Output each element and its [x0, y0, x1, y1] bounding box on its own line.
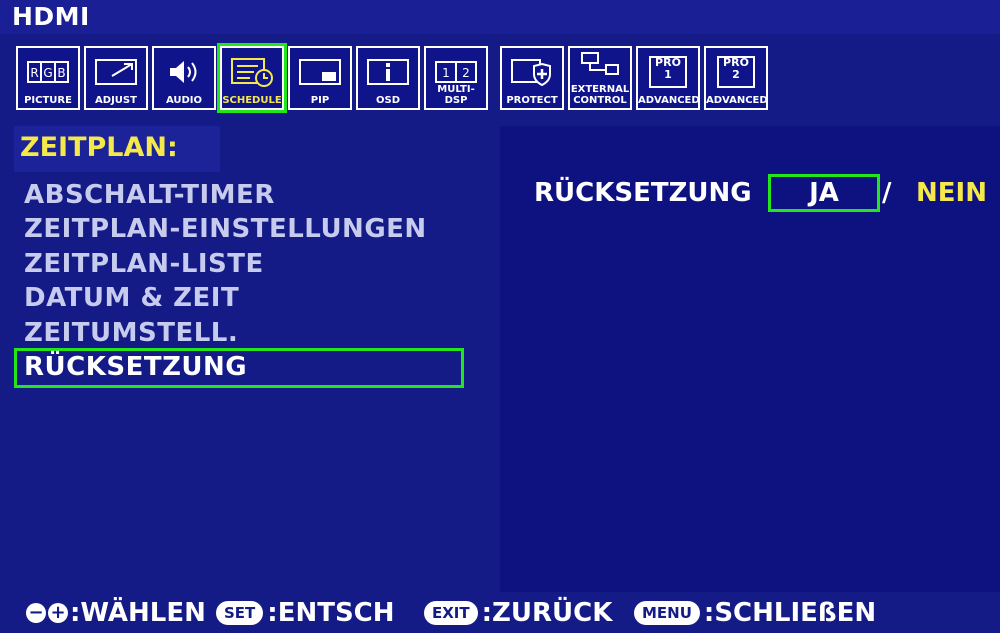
tab-label: ADJUST [95, 95, 137, 106]
window-title: HDMI [12, 2, 90, 31]
option-no-button[interactable]: NEIN [916, 178, 987, 208]
info-icon [364, 54, 412, 90]
speaker-icon [160, 54, 208, 90]
menu-item-ruecksetzung[interactable]: RÜCKSETZUNG [24, 352, 247, 382]
menu-item-zeitplan-liste[interactable]: ZEITPLAN-LISTE [24, 249, 264, 279]
tab-label: PIP [310, 95, 330, 106]
reset-label: RÜCKSETZUNG [534, 178, 752, 208]
menu-item-zeitumstell[interactable]: ZEITUMSTELL. [24, 318, 238, 348]
tab-schedule[interactable]: SCHEDULE [217, 43, 287, 113]
exit-key-icon: EXIT [424, 601, 478, 625]
menu-list: ABSCHALT-TIMER ZEITPLAN-EINSTELLUNGEN ZE… [14, 172, 492, 592]
schedule-icon [228, 54, 276, 90]
hint-select-text: :WÄHLEN [70, 598, 206, 628]
hint-select: − + :WÄHLEN [26, 598, 206, 628]
tab-picture[interactable]: R G B PICTURE [16, 46, 80, 110]
pro-2-text: PRO 2 [723, 56, 749, 81]
tab-advanced-pro-2[interactable]: PRO 2 ADVANCED [704, 46, 768, 110]
title-bar: HDMI [0, 0, 1000, 34]
svg-text:2: 2 [462, 66, 470, 80]
option-yes-button[interactable]: JA [768, 174, 880, 212]
hint-set-text: :ENTSCH [267, 598, 395, 628]
tab-adjust[interactable]: ADJUST [84, 46, 148, 110]
hint-exit-text: :ZURÜCK [481, 598, 613, 628]
minus-icon: − [26, 603, 46, 623]
tab-external-control[interactable]: EXTERNAL CONTROL [568, 46, 632, 110]
tab-label: ADVANCED [706, 95, 768, 106]
tab-label: MULTI-DSP [437, 84, 475, 106]
svg-text:G: G [43, 66, 52, 80]
hint-menu-text: :SCHLIEßEN [703, 598, 877, 628]
tab-label: EXTERNAL CONTROL [570, 84, 630, 106]
adjust-icon [92, 54, 140, 90]
tab-label: PICTURE [24, 95, 72, 106]
pro-1-icon: PRO 1 [644, 54, 692, 90]
svg-text:B: B [57, 66, 65, 80]
menu-item-abschalt-timer[interactable]: ABSCHALT-TIMER [24, 180, 275, 210]
pro-2-icon: PRO 2 [712, 54, 760, 90]
section-title: ZEITPLAN: [20, 132, 178, 163]
menu-key-icon: MENU [634, 601, 700, 625]
svg-text:1: 1 [442, 66, 450, 80]
tab-audio[interactable]: AUDIO [152, 46, 216, 110]
hint-exit: EXIT :ZURÜCK [424, 598, 612, 628]
tab-label: SCHEDULE [222, 95, 282, 106]
tab-pip[interactable]: PIP [288, 46, 352, 110]
section-header: ZEITPLAN: [14, 126, 220, 172]
tab-label: ADVANCED [638, 95, 700, 106]
set-key-icon: SET [216, 601, 264, 625]
footer-hints: − + :WÄHLEN SET :ENTSCH EXIT :ZURÜCK MEN… [0, 592, 1000, 633]
tab-label: OSD [375, 95, 400, 106]
external-control-icon [576, 50, 624, 78]
plus-icon: + [48, 603, 68, 623]
tab-label: AUDIO [165, 95, 203, 106]
tab-multi-dsp[interactable]: 1 2 MULTI-DSP [424, 46, 488, 110]
tab-protect[interactable]: PROTECT [500, 46, 564, 110]
pro-1-text: PRO 1 [655, 56, 681, 81]
tab-advanced-pro-1[interactable]: PRO 1 ADVANCED [636, 46, 700, 110]
tab-osd[interactable]: OSD [356, 46, 420, 110]
hint-set: SET :ENTSCH [216, 598, 395, 628]
option-separator: / [882, 178, 892, 208]
svg-text:R: R [30, 66, 38, 80]
pip-icon [296, 54, 344, 90]
tab-label: PROTECT [506, 95, 558, 106]
rgb-icon: R G B [24, 54, 72, 90]
menu-item-zeitplan-einstellungen[interactable]: ZEITPLAN-EINSTELLUNGEN [24, 214, 427, 244]
settings-panel: RÜCKSETZUNG JA / NEIN [500, 126, 1000, 592]
menu-item-datum-zeit[interactable]: DATUM & ZEIT [24, 283, 239, 313]
shield-icon [508, 54, 556, 90]
hint-menu: MENU :SCHLIEßEN [634, 598, 876, 628]
